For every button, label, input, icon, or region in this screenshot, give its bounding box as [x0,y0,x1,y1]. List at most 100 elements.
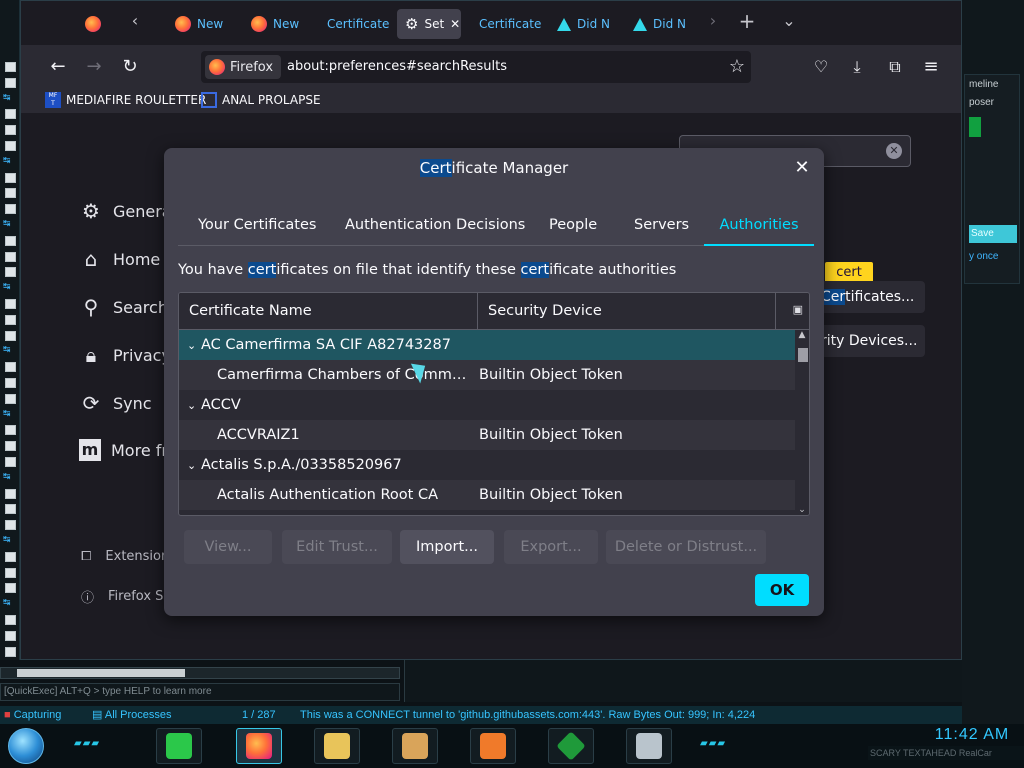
arrow-icon[interactable]: ↹ [3,346,17,355]
import-button[interactable]: Import... [400,530,494,564]
page-icon[interactable] [5,520,16,531]
tab-did-n-1[interactable]: Did N [549,9,625,39]
page-icon[interactable] [5,188,16,199]
clear-search-icon[interactable]: ✕ [886,143,902,159]
tab-your-certificates[interactable]: Your Certificates [198,208,316,246]
page-icon[interactable] [5,441,16,452]
quickexec-input[interactable]: [QuickExec] ALT+Q > type HELP to learn m… [0,683,400,701]
taskbar-app-monitor[interactable] [626,728,672,764]
taskbar-app-firefox[interactable] [236,728,282,764]
horizontal-scrollbar[interactable] [0,667,400,679]
arrow-icon[interactable]: ↹ [3,472,17,482]
page-icon[interactable] [5,77,16,88]
security-devices-button[interactable]: rity Devices... [815,325,925,357]
tree-cert-row[interactable]: Actalis Authentication Root CA Builtin Ob… [179,480,795,510]
scroll-up-icon[interactable]: ▲ [797,330,807,340]
page-icon[interactable] [5,62,16,72]
tree-group-row[interactable]: ⌄ Actalis S.p.A./03358520967 [179,450,795,480]
close-icon[interactable]: ✕ [790,156,814,180]
arrow-icon[interactable]: ↹ [3,220,17,229]
taskbar-app-fiddler[interactable] [548,728,594,764]
chevron-down-icon[interactable]: ⌄ [187,331,201,361]
page-icon[interactable] [5,615,16,625]
certificate-tree[interactable]: Certificate Name Security Device ▣ ⌄ AC C… [178,292,810,516]
column-picker-icon[interactable]: ▣ [793,303,803,316]
arrow-icon[interactable]: ↹ [3,536,17,545]
chevron-down-icon[interactable]: ⌄ [187,451,201,481]
page-icon[interactable] [5,630,16,641]
arrow-icon[interactable]: ↹ [3,599,17,608]
category-search[interactable]: ⚲ Search [79,295,168,319]
page-icon[interactable] [5,551,16,562]
category-sync[interactable]: ⟳ Sync [79,391,152,415]
reload-button[interactable]: ↻ [117,55,143,79]
view-button[interactable]: View... [184,530,272,564]
export-button[interactable]: Export... [504,530,598,564]
page-icon[interactable] [5,488,16,499]
page-icon[interactable] [5,235,16,246]
tab-new-2[interactable]: New [243,9,319,39]
delete-or-distrust-button[interactable]: Delete or Distrust... [606,530,766,564]
page-icon[interactable] [5,330,16,341]
bookmark-anal-prolapse[interactable]: ANAL PROLAPSE [201,92,321,108]
edit-trust-button[interactable]: Edit Trust... [282,530,392,564]
new-tab-icon[interactable]: + [735,9,759,33]
capturing-status[interactable]: ■ Capturing [4,706,61,724]
tab-certificate-1[interactable]: Certificate [319,9,395,39]
tab-new-1[interactable]: New [167,9,243,39]
pane-save-button[interactable]: Save [969,225,1017,243]
tab-servers[interactable]: Servers [634,208,689,246]
tab-certificate-2[interactable]: Certificate [471,9,549,39]
page-icon[interactable] [5,109,16,120]
page-icon[interactable] [5,457,16,467]
tree-group-row[interactable]: ⌄ ACCV [179,390,795,420]
ok-button[interactable]: OK [755,574,809,606]
page-icon[interactable] [5,362,16,373]
back-button[interactable]: ← [45,55,71,79]
tab-settings[interactable]: ⚙ Set ✕ [397,9,461,39]
arrow-icon[interactable]: ↹ [3,93,17,103]
tab-people[interactable]: People [549,208,597,246]
arrow-icon[interactable]: ↹ [3,409,17,419]
category-home[interactable]: ⌂ Home [79,247,161,271]
chevron-down-icon[interactable]: ⌄ [187,391,201,421]
page-icon[interactable] [5,504,16,515]
column-security-device[interactable]: Security Device [478,293,776,329]
start-button[interactable] [8,728,44,764]
page-icon[interactable] [5,299,16,309]
bookmark-star-icon[interactable]: ☆ [729,56,745,77]
pocket-icon[interactable]: ♡ [809,55,833,79]
tab-authentication-decisions[interactable]: Authentication Decisions [345,208,525,246]
footer-extensions[interactable]: ⧠ Extension [81,549,169,564]
arrow-icon[interactable]: ↹ [3,156,17,166]
page-icon[interactable] [5,425,16,436]
list-all-tabs-icon[interactable]: ⌄ [777,11,801,30]
identity-box[interactable]: Firefox [205,55,282,79]
tree-group-row[interactable]: ⌄ AC Camerfirma SA CIF A82743287 [179,330,795,360]
scrollbar-thumb[interactable] [798,348,808,362]
forward-button[interactable]: → [81,55,107,79]
page-icon[interactable] [5,583,16,594]
tab-scroll-right-icon[interactable]: › [701,11,725,30]
tree-cert-row[interactable]: Camerfirma Chambers of Commerce ... Built… [179,360,795,390]
tab-authorities[interactable]: Authorities [704,208,814,246]
scrollbar-thumb[interactable] [17,669,185,677]
column-certificate-name[interactable]: Certificate Name [179,293,478,329]
close-tab-icon[interactable]: ✕ [450,17,460,31]
tab-firefox[interactable] [77,9,111,39]
page-icon[interactable] [5,314,16,325]
category-privacy[interactable]: 🔒︎ Privacy [79,343,171,367]
page-icon[interactable] [5,567,16,578]
page-icon[interactable] [5,646,16,657]
extensions-icon[interactable]: ⧉ [883,55,907,79]
menu-icon[interactable]: ≡ [919,55,943,79]
arrow-icon[interactable]: ↹ [3,283,17,292]
page-icon[interactable] [5,378,16,388]
scroll-down-icon[interactable]: ⌄ [797,505,807,515]
page-icon[interactable] [5,393,16,404]
page-icon[interactable] [5,204,16,215]
process-filter[interactable]: ▤ All Processes [92,706,172,724]
page-icon[interactable] [5,267,16,278]
bookmark-mediafire[interactable]: MF T MEDIAFIRE ROULETTER [45,92,206,108]
page-icon[interactable] [5,172,16,183]
